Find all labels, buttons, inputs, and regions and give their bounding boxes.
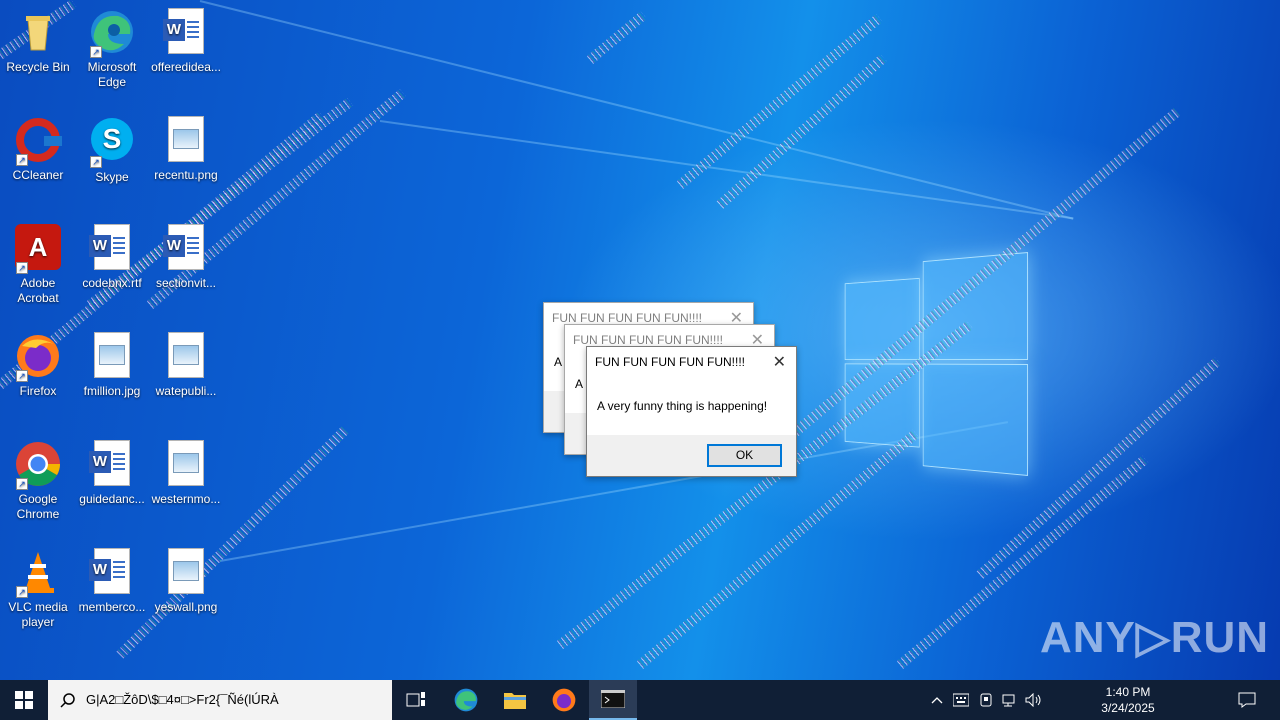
terminal-icon [601, 690, 625, 708]
icon-label: Adobe Acrobat [17, 276, 59, 305]
desktop-icon-yeswall[interactable]: yeswall.png [148, 548, 224, 615]
taskbar-search-box[interactable]: G|A2□ŽôD\$□4¤□>Fr2{¯Ñé(lÚRÀ [48, 680, 392, 720]
ok-button[interactable]: OK [707, 444, 782, 467]
desktop-icon-fmillion[interactable]: fmillion.jpg [74, 332, 150, 399]
icon-label: memberco... [78, 600, 146, 614]
taskbar-file-explorer[interactable] [491, 680, 539, 720]
image-file-icon [162, 548, 210, 596]
icon-label: westernmo... [151, 492, 221, 506]
desktop-icon-codebnx[interactable]: W codebnx.rtf [74, 224, 150, 291]
word-document-icon: W [88, 548, 136, 596]
glitch-streak [586, 11, 647, 64]
close-icon[interactable]: ✕ [773, 352, 786, 372]
desktop-icon-watepubli[interactable]: watepubli... [148, 332, 224, 399]
icon-label: recentu.png [154, 168, 218, 182]
tray-input-indicator[interactable] [950, 680, 972, 720]
dialog-message: A very funny thing is happening! [587, 375, 796, 435]
windows-start-icon [15, 691, 33, 709]
firefox-icon: ↗ [14, 332, 62, 382]
taskbar: G|A2□ŽôD\$□4¤□>Fr2{¯Ñé(lÚRÀ 1:40 PM 3/24… [0, 680, 1280, 720]
task-view-button[interactable] [392, 680, 440, 720]
chrome-icon: ↗ [14, 440, 62, 490]
word-document-icon: W [162, 224, 210, 272]
vlc-cone-icon: ↗ [14, 548, 62, 598]
icon-label: Firefox [19, 384, 57, 398]
start-button[interactable] [0, 680, 48, 720]
word-document-icon: W [88, 440, 136, 488]
show-hidden-icons[interactable] [928, 680, 946, 720]
system-clock[interactable]: 1:40 PM 3/24/2025 [1092, 680, 1164, 720]
icon-label: Microsoft Edge [87, 60, 137, 89]
tray-volume[interactable] [1024, 680, 1044, 720]
icon-label: offeredidea... [151, 60, 221, 74]
task-view-icon [406, 692, 425, 707]
desktop-icon-guidedanc[interactable]: W guidedanc... [74, 440, 150, 507]
skype-icon: S ↗ [88, 118, 136, 168]
image-file-icon [162, 332, 210, 380]
adobe-acrobat-icon: A ↗ [14, 224, 62, 274]
clock-time: 1:40 PM [1105, 685, 1151, 699]
message-box-dialog-active[interactable]: FUN FUN FUN FUN FUN!!!! ✕ A very funny t… [586, 346, 797, 477]
recycle-bin-icon [14, 8, 62, 56]
desktop-icon-ccleaner[interactable]: ↗ CCleaner [0, 116, 76, 183]
desktop-icon-sectionvit[interactable]: W sectionvit... [148, 224, 224, 291]
chevron-up-icon [931, 697, 943, 704]
desktop-icon-westernmo[interactable]: westernmo... [148, 440, 224, 507]
network-icon [1002, 694, 1015, 707]
dialog-title: FUN FUN FUN FUN FUN!!!! ✕ [587, 347, 796, 375]
desktop-icon-recycle-bin[interactable]: Recycle Bin [0, 8, 76, 75]
firefox-icon [552, 688, 576, 712]
icon-label: guidedanc... [79, 492, 145, 506]
desktop[interactable]: Recycle Bin ↗ CCleaner A ↗ Adobe Acrobat… [0, 0, 1280, 680]
desktop-icon-recentu[interactable]: recentu.png [148, 116, 224, 183]
icon-label: Google Chrome [16, 492, 60, 521]
desktop-icon-adobe-acrobat[interactable]: A ↗ Adobe Acrobat [0, 224, 76, 306]
desktop-icon-offeredidea[interactable]: W offeredidea... [148, 8, 224, 75]
desktop-icon-google-chrome[interactable]: ↗ Google Chrome [0, 440, 76, 522]
image-file-icon [162, 440, 210, 488]
icon-label: Skype [95, 170, 129, 184]
search-icon [60, 693, 75, 708]
tray-network[interactable] [1000, 680, 1020, 720]
keyboard-icon [953, 693, 969, 707]
icon-label: sectionvit... [155, 276, 217, 290]
taskbar-firefox[interactable] [540, 680, 588, 720]
word-document-icon: W [162, 8, 210, 56]
ccleaner-icon: ↗ [14, 116, 62, 166]
clock-date: 3/24/2025 [1101, 701, 1155, 715]
icon-label: fmillion.jpg [83, 384, 141, 398]
search-text: G|A2□ŽôD\$□4¤□>Fr2{¯Ñé(lÚRÀ [86, 692, 279, 707]
icon-label: Recycle Bin [6, 60, 70, 74]
icon-label: CCleaner [12, 168, 64, 182]
icon-label: watepubli... [155, 384, 217, 398]
file-explorer-icon [504, 693, 526, 709]
icon-label: yeswall.png [154, 600, 218, 614]
edge-icon [454, 688, 478, 712]
desktop-icon-microsoft-edge[interactable]: ↗ Microsoft Edge [74, 8, 150, 90]
desktop-icon-vlc[interactable]: ↗ VLC media player [0, 548, 76, 630]
tray-device-icon[interactable] [976, 680, 996, 720]
removable-device-icon [980, 693, 992, 707]
speaker-icon [1025, 693, 1041, 707]
anyrun-watermark: ANY▷RUN [1040, 613, 1270, 662]
word-document-icon: W [88, 224, 136, 272]
taskbar-terminal[interactable] [589, 680, 637, 720]
taskbar-edge[interactable] [442, 680, 490, 720]
image-file-icon [162, 116, 210, 164]
desktop-icon-memberco[interactable]: W memberco... [74, 548, 150, 615]
desktop-icon-skype[interactable]: S ↗ Skype [74, 116, 150, 185]
desktop-icon-firefox[interactable]: ↗ Firefox [0, 332, 76, 399]
edge-icon: ↗ [88, 8, 136, 58]
notification-icon [1238, 692, 1256, 708]
action-center-button[interactable] [1230, 680, 1264, 720]
icon-label: VLC media player [8, 600, 68, 629]
image-file-icon [88, 332, 136, 380]
icon-label: codebnx.rtf [82, 276, 142, 290]
